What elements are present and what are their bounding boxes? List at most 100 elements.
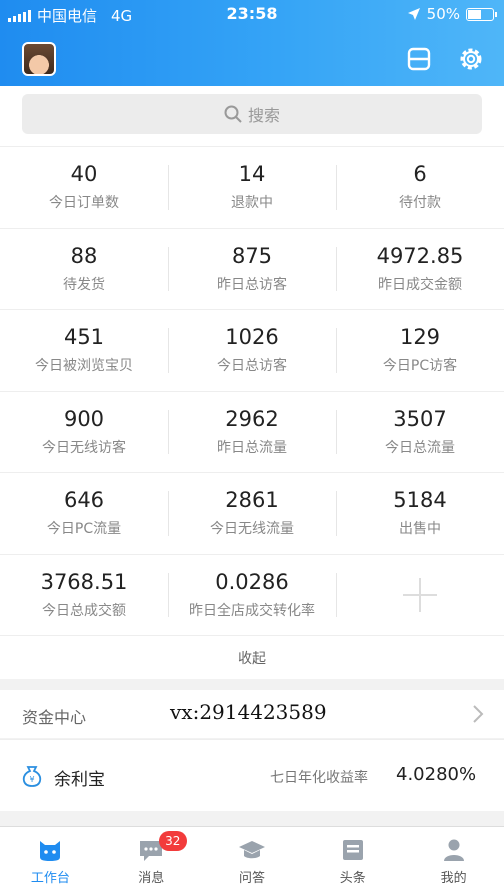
scan-icon	[407, 47, 431, 71]
settings-button[interactable]	[456, 44, 486, 74]
stats-row: 40 今日订单数 14 退款中 6 待付款	[0, 146, 504, 228]
stat-value: 875	[231, 243, 273, 268]
stat-value: 646	[63, 488, 105, 513]
scan-button[interactable]	[404, 44, 434, 74]
stat-value: 5184	[393, 488, 447, 513]
tab-profile[interactable]: 我的	[403, 827, 504, 888]
fund-center-row[interactable]: 资金中心 vx:2914423589	[0, 690, 504, 738]
stat-today-pc-traffic[interactable]: 646 今日PC流量	[0, 473, 168, 554]
search-input[interactable]: 搜索	[22, 94, 482, 134]
stat-value: 14	[238, 162, 266, 187]
app-header: 中国电信 4G 23:58 50%	[0, 0, 504, 86]
stat-label: 退款中	[231, 195, 273, 212]
stat-label: 出售中	[399, 521, 441, 538]
stat-on-sale[interactable]: 5184 出售中	[336, 473, 504, 554]
stat-yesterday-traffic[interactable]: 2962 昨日总流量	[168, 392, 336, 473]
plus-icon	[403, 577, 437, 612]
stat-yesterday-amount[interactable]: 4972.85 昨日成交金额	[336, 229, 504, 310]
stat-value: 3768.51	[40, 569, 128, 594]
gear-icon	[460, 48, 482, 70]
search-icon	[224, 105, 242, 123]
stat-label: 今日PC流量	[46, 521, 122, 538]
stat-pending-payment[interactable]: 6 待付款	[336, 147, 504, 228]
stat-value: 1026	[225, 325, 279, 350]
stat-value: 4972.85	[376, 243, 464, 268]
stat-label: 昨日总访客	[217, 276, 287, 293]
search-section: 搜索	[0, 86, 504, 146]
stat-items-viewed[interactable]: 451 今日被浏览宝贝	[0, 310, 168, 391]
stat-label: 今日总流量	[385, 439, 455, 456]
battery-icon	[466, 7, 497, 21]
stat-label: 今日无线流量	[210, 521, 294, 538]
stat-value: 129	[399, 325, 441, 350]
svg-text:¥: ¥	[29, 775, 34, 784]
message-count-badge: 32	[158, 831, 187, 851]
tab-messages[interactable]: 32 消息	[101, 827, 202, 888]
tab-label: 工作台	[30, 871, 70, 886]
stat-today-orders[interactable]: 40 今日订单数	[0, 147, 168, 228]
stat-label: 今日PC访客	[382, 358, 458, 375]
stat-today-total-amount[interactable]: 3768.51 今日总成交额	[0, 555, 168, 636]
stat-label: 昨日成交金额	[378, 276, 462, 293]
stat-value: 900	[63, 406, 105, 431]
stat-label: 待付款	[399, 195, 441, 212]
stat-today-mobile-traffic[interactable]: 2861 今日无线流量	[168, 473, 336, 554]
stat-today-traffic[interactable]: 3507 今日总流量	[336, 392, 504, 473]
stat-yesterday-visitors[interactable]: 875 昨日总访客	[168, 229, 336, 310]
tab-headlines[interactable]: 头条	[302, 827, 403, 888]
news-icon	[342, 840, 363, 860]
stat-label: 今日被浏览宝贝	[35, 358, 133, 375]
stat-value: 3507	[393, 406, 447, 431]
add-stat-button[interactable]	[336, 555, 504, 636]
stat-value: 0.0286	[215, 569, 289, 594]
stats-row: 900 今日无线访客 2962 昨日总流量 3507 今日总流量	[0, 390, 504, 473]
stat-label: 昨日全店成交转化率	[189, 602, 315, 619]
stat-label: 今日总访客	[217, 358, 287, 375]
profile-icon	[443, 839, 464, 861]
stat-refunding[interactable]: 14 退款中	[168, 147, 336, 228]
yield-label: 七日年化收益率	[270, 770, 368, 786]
search-placeholder: 搜索	[247, 106, 280, 125]
stat-value: 6	[413, 162, 427, 187]
stat-label: 昨日总流量	[217, 439, 287, 456]
stat-today-pc-visitors[interactable]: 129 今日PC访客	[336, 310, 504, 391]
workbench-icon	[40, 841, 61, 861]
stat-label: 今日无线访客	[42, 439, 126, 456]
stats-row: 3768.51 今日总成交额 0.0286 昨日全店成交转化率	[0, 553, 504, 636]
tab-label: 头条	[339, 871, 366, 886]
money-bag-icon: ¥	[22, 766, 42, 787]
stat-value: 2962	[225, 406, 279, 431]
stats-grid: 40 今日订单数 14 退款中 6 待付款 88 待发货 875 昨日总访客 4972.8…	[0, 146, 504, 679]
tab-qa[interactable]: 问答	[202, 827, 303, 888]
tab-workbench[interactable]: 工作台	[0, 827, 101, 888]
tab-label: 问答	[238, 871, 265, 886]
stat-label: 今日订单数	[49, 195, 119, 212]
stat-value: 451	[63, 325, 105, 350]
stats-row: 88 待发货 875 昨日总访客 4972.85 昨日成交金额	[0, 227, 504, 310]
stat-conversion-rate[interactable]: 0.0286 昨日全店成交转化率	[168, 555, 336, 636]
yulibao-row[interactable]: ¥ 余利宝 七日年化收益率 4.0280%	[0, 739, 504, 811]
avatar[interactable]	[22, 42, 56, 76]
stat-value: 40	[70, 162, 98, 187]
stat-label: 今日总成交额	[42, 602, 126, 619]
yulibao-name: 余利宝	[54, 770, 105, 790]
battery-percent: 50%	[426, 5, 460, 23]
stat-value: 2861	[225, 488, 279, 513]
stat-today-visitors[interactable]: 1026 今日总访客	[168, 310, 336, 391]
tab-label: 消息	[138, 871, 165, 886]
watermark-text: vx:2914423589	[170, 700, 327, 724]
graduation-cap-icon	[238, 841, 265, 859]
collapse-button[interactable]: 收起	[0, 635, 504, 679]
tab-label: 我的	[440, 871, 467, 886]
yield-rate: 4.0280%	[396, 764, 477, 785]
stat-to-ship[interactable]: 88 待发货	[0, 229, 168, 310]
stats-row: 451 今日被浏览宝贝 1026 今日总访客 129 今日PC访客	[0, 309, 504, 391]
status-bar: 中国电信 4G 23:58 50%	[0, 0, 504, 28]
stats-row: 646 今日PC流量 2861 今日无线流量 5184 出售中	[0, 472, 504, 554]
location-arrow-icon	[407, 8, 420, 20]
fund-center-title: 资金中心	[22, 708, 87, 727]
stat-today-mobile-visitors[interactable]: 900 今日无线访客	[0, 392, 168, 473]
stat-label: 待发货	[63, 276, 105, 293]
bottom-tab-bar: 工作台 32 消息 问答 头条 我的	[0, 826, 504, 888]
stat-value: 88	[70, 243, 98, 268]
